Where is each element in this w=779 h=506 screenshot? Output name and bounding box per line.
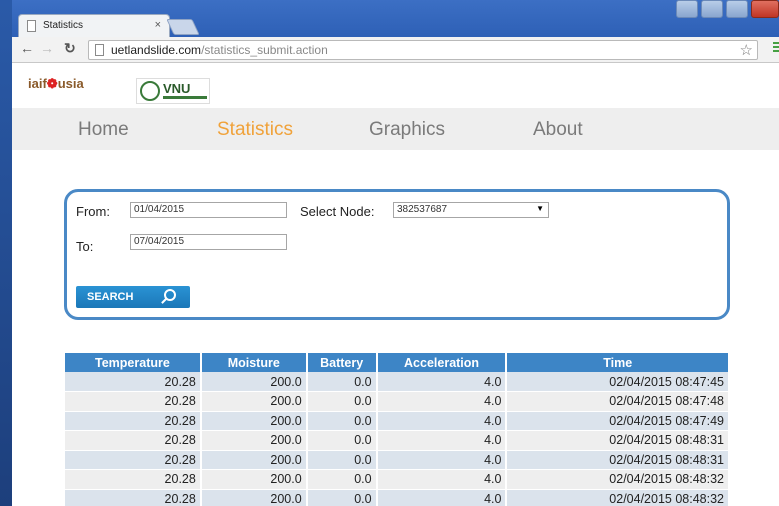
- table-cell: 200.0: [200, 391, 308, 412]
- select-node-label: Select Node:: [300, 204, 375, 219]
- table-cell: 0.0: [306, 430, 378, 451]
- browser-window: Statistics × ← → ↻ uetlandslide.com/stat…: [12, 0, 779, 506]
- table-cell: 200.0: [200, 469, 308, 490]
- vnu-emblem-icon: [140, 81, 160, 101]
- table-cell: 0.0: [306, 450, 378, 470]
- browser-toolbar: ← → ↻ uetlandslide.com/statistics_submit…: [12, 37, 779, 63]
- table-cell: 02/04/2015 08:48:32: [506, 469, 730, 490]
- main-nav: Home Statistics Graphics About: [12, 108, 779, 150]
- table-cell: 4.0: [376, 411, 508, 431]
- address-bar[interactable]: uetlandslide.com/statistics_submit.actio…: [88, 40, 758, 60]
- new-tab-button[interactable]: [166, 19, 200, 35]
- to-label: To:: [76, 239, 94, 254]
- table-cell: 02/04/2015 08:47:45: [506, 372, 730, 392]
- site-header: iaif❁usia VNU: [12, 64, 779, 108]
- browser-tab[interactable]: Statistics ×: [18, 14, 170, 37]
- table-cell: 20.28: [65, 469, 202, 490]
- table-cell: 200.0: [200, 450, 308, 470]
- table-row: 20.28 200.0 0.0 4.0 02/04/2015 08:47:49: [65, 411, 730, 431]
- back-arrow-icon[interactable]: ←: [20, 40, 34, 56]
- statistics-table: Temperature Moisture Battery Acceleratio…: [65, 353, 730, 506]
- tab-close-icon[interactable]: ×: [155, 19, 161, 31]
- header-time[interactable]: Time: [506, 353, 730, 372]
- table-cell: 200.0: [200, 411, 308, 431]
- header-temperature[interactable]: Temperature: [65, 353, 202, 372]
- nav-statistics[interactable]: Statistics: [217, 119, 293, 141]
- dropdown-arrow-icon: ▼: [536, 204, 544, 213]
- reload-icon[interactable]: ↻: [64, 40, 76, 57]
- page-icon: [95, 44, 104, 56]
- table-cell: 200.0: [200, 372, 308, 392]
- bookmark-star-icon[interactable]: ☆: [740, 41, 753, 59]
- from-label: From:: [76, 204, 110, 219]
- table-cell: 20.28: [65, 411, 202, 431]
- table-cell: 4.0: [376, 489, 508, 506]
- table-cell: 0.0: [306, 372, 378, 392]
- minimize-button[interactable]: [701, 0, 723, 18]
- table-cell: 0.0: [306, 469, 378, 490]
- table-cell: 4.0: [376, 372, 508, 392]
- menu-icon[interactable]: [773, 42, 779, 56]
- close-window-button[interactable]: [751, 0, 779, 18]
- nav-home[interactable]: Home: [78, 119, 129, 141]
- table-cell: 4.0: [376, 430, 508, 451]
- page-icon: [27, 20, 36, 32]
- table-cell: 20.28: [65, 430, 202, 451]
- header-battery[interactable]: Battery: [306, 353, 378, 372]
- table-cell: 02/04/2015 08:47:49: [506, 411, 730, 431]
- table-cell: 02/04/2015 08:48:31: [506, 430, 730, 451]
- table-cell: 02/04/2015 08:48:31: [506, 450, 730, 470]
- nav-graphics[interactable]: Graphics: [369, 119, 445, 141]
- window-controls: [673, 0, 779, 20]
- table-cell: 200.0: [200, 489, 308, 506]
- table-row: 20.28 200.0 0.0 4.0 02/04/2015 08:48:32: [65, 489, 730, 506]
- table-row: 20.28 200.0 0.0 4.0 02/04/2015 08:48:31: [65, 450, 730, 470]
- iai-logo[interactable]: iaif❁usia: [28, 76, 84, 92]
- url-text: uetlandslide.com/statistics_submit.actio…: [111, 43, 328, 57]
- desktop-edge: [0, 0, 12, 506]
- table-cell: 20.28: [65, 489, 202, 506]
- header-moisture[interactable]: Moisture: [200, 353, 308, 372]
- table-row: 20.28 200.0 0.0 4.0 02/04/2015 08:48:32: [65, 469, 730, 490]
- header-acceleration[interactable]: Acceleration: [376, 353, 508, 372]
- table-cell: 02/04/2015 08:48:32: [506, 489, 730, 506]
- vnu-logo[interactable]: VNU: [136, 78, 210, 104]
- table-cell: 20.28: [65, 450, 202, 470]
- tab-title: Statistics: [43, 20, 84, 31]
- user-button[interactable]: [676, 0, 698, 18]
- table-cell: 0.0: [306, 411, 378, 431]
- table-cell: 4.0: [376, 469, 508, 490]
- forward-arrow-icon[interactable]: →: [40, 40, 54, 56]
- table-cell: 200.0: [200, 430, 308, 451]
- search-icon: [164, 289, 176, 301]
- table-cell: 02/04/2015 08:47:48: [506, 391, 730, 412]
- table-row: 20.28 200.0 0.0 4.0 02/04/2015 08:48:31: [65, 430, 730, 451]
- table-cell: 4.0: [376, 450, 508, 470]
- nav-about[interactable]: About: [533, 119, 583, 141]
- table-header-row: Temperature Moisture Battery Acceleratio…: [65, 353, 730, 372]
- tab-strip: Statistics ×: [12, 0, 779, 37]
- table-cell: 0.0: [306, 391, 378, 412]
- node-select[interactable]: 382537687 ▼: [393, 202, 549, 218]
- table-cell: 20.28: [65, 391, 202, 412]
- table-row: 20.28 200.0 0.0 4.0 02/04/2015 08:47:45: [65, 372, 730, 392]
- search-button[interactable]: SEARCH: [76, 286, 190, 308]
- table-row: 20.28 200.0 0.0 4.0 02/04/2015 08:47:48: [65, 391, 730, 412]
- table-cell: 0.0: [306, 489, 378, 506]
- from-date-input[interactable]: 01/04/2015: [130, 202, 287, 218]
- search-panel: From: 01/04/2015 Select Node: 382537687 …: [64, 189, 730, 320]
- table-cell: 4.0: [376, 391, 508, 412]
- to-date-input[interactable]: 07/04/2015: [130, 234, 287, 250]
- maximize-button[interactable]: [726, 0, 748, 18]
- table-cell: 20.28: [65, 372, 202, 392]
